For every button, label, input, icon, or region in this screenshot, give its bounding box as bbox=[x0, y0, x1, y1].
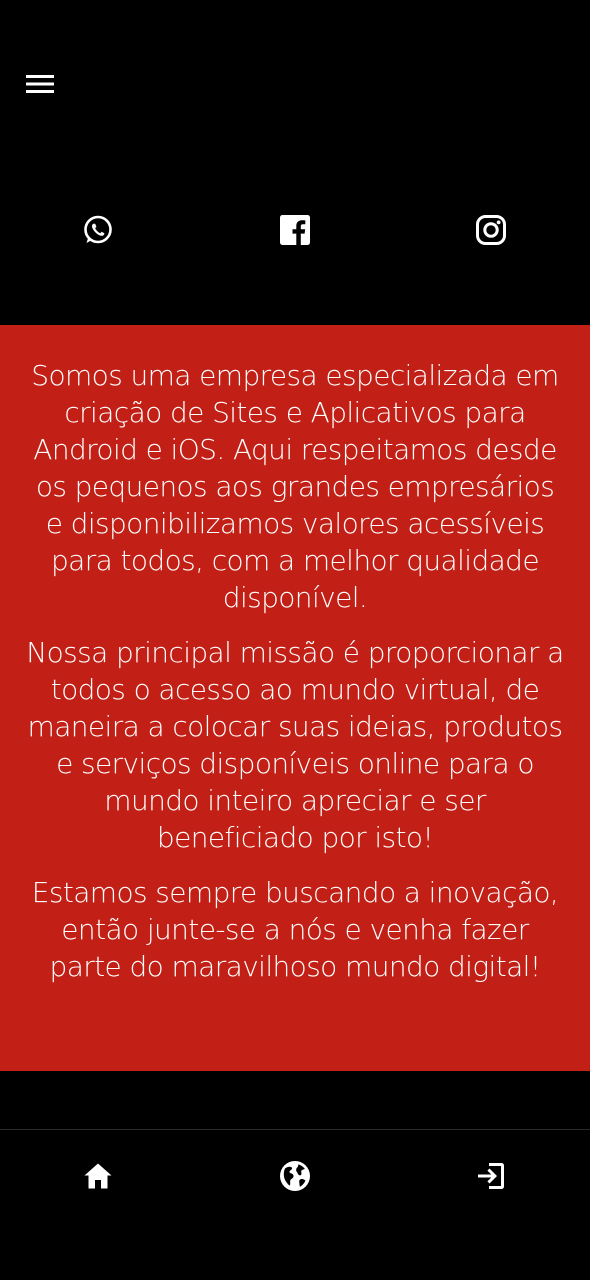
nav-exit-button[interactable] bbox=[467, 1152, 515, 1200]
home-icon bbox=[84, 1163, 112, 1189]
about-paragraph-3: Estamos sempre buscando a inovação, entã… bbox=[31, 876, 559, 983]
app-screen: Somos uma empresa especializada em criaç… bbox=[0, 0, 590, 1280]
nav-website-button[interactable] bbox=[271, 1152, 319, 1200]
social-links bbox=[0, 206, 590, 254]
instagram-button[interactable] bbox=[467, 206, 515, 254]
globe-icon bbox=[280, 1161, 310, 1191]
bottom-navigation bbox=[0, 1130, 590, 1220]
facebook-icon bbox=[280, 215, 310, 245]
about-paragraph-1: Somos uma empresa especializada em criaç… bbox=[31, 359, 559, 614]
menu-button[interactable] bbox=[22, 68, 58, 100]
about-section: Somos uma empresa especializada em criaç… bbox=[0, 325, 590, 1071]
facebook-button[interactable] bbox=[271, 206, 319, 254]
exit-icon bbox=[478, 1163, 504, 1189]
whatsapp-button[interactable] bbox=[74, 206, 122, 254]
whatsapp-icon bbox=[84, 215, 112, 244]
about-paragraph-2: Nossa principal missão é proporcionar a … bbox=[26, 636, 564, 854]
instagram-icon bbox=[476, 215, 506, 245]
hamburger-menu-icon bbox=[26, 75, 54, 93]
nav-home-button[interactable] bbox=[74, 1152, 122, 1200]
